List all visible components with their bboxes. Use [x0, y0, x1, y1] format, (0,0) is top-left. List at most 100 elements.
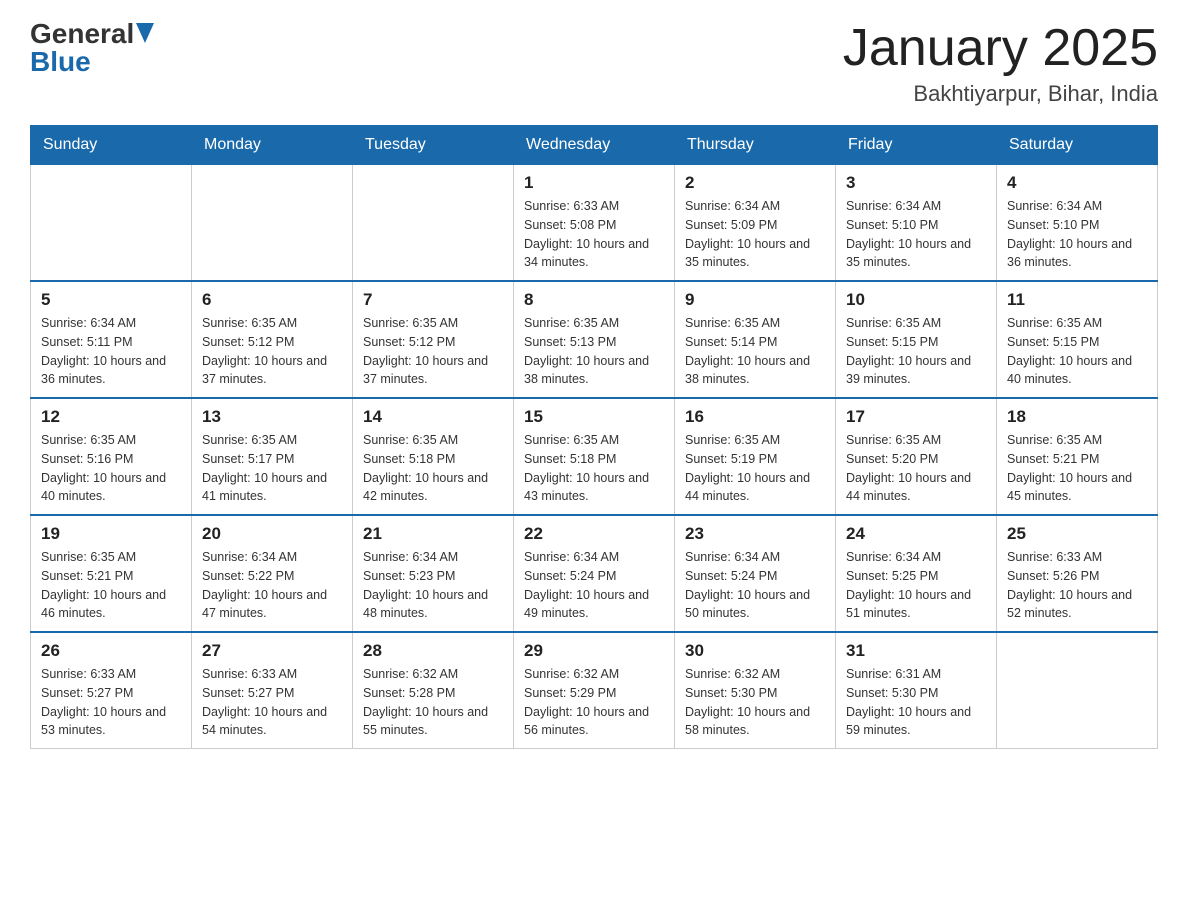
day-info: Sunrise: 6:34 AMSunset: 5:25 PMDaylight:…: [846, 548, 986, 623]
day-number: 4: [1007, 173, 1147, 193]
column-header-sunday: Sunday: [31, 126, 192, 165]
day-number: 26: [41, 641, 181, 661]
day-number: 24: [846, 524, 986, 544]
empty-cell: [997, 632, 1158, 749]
calendar-day-10: 10 Sunrise: 6:35 AMSunset: 5:15 PMDayligh…: [836, 281, 997, 398]
day-info: Sunrise: 6:35 AMSunset: 5:19 PMDaylight:…: [685, 431, 825, 506]
calendar-day-20: 20 Sunrise: 6:34 AMSunset: 5:22 PMDayligh…: [192, 515, 353, 632]
calendar-day-30: 30Sunrise: 6:32 AMSunset: 5:30 PMDayligh…: [675, 632, 836, 749]
calendar-header-row: SundayMondayTuesdayWednesdayThursdayFrid…: [31, 126, 1158, 165]
calendar-day-5: 5 Sunrise: 6:34 AMSunset: 5:11 PMDaylight…: [31, 281, 192, 398]
day-info: Sunrise: 6:35 AMSunset: 5:18 PMDaylight:…: [524, 431, 664, 506]
day-number: 16: [685, 407, 825, 427]
calendar-week-row: 19Sunrise: 6:35 AMSunset: 5:21 PMDayligh…: [31, 515, 1158, 632]
empty-cell: [31, 165, 192, 282]
day-number: 14: [363, 407, 503, 427]
day-info: Sunrise: 6:35 AMSunset: 5:12 PMDaylight:…: [363, 314, 503, 389]
day-number: 1: [524, 173, 664, 193]
day-info: Sunrise: 6:31 AMSunset: 5:30 PMDaylight:…: [846, 665, 986, 740]
day-number: 21: [363, 524, 503, 544]
column-header-thursday: Thursday: [675, 126, 836, 165]
calendar-day-17: 17 Sunrise: 6:35 AMSunset: 5:20 PMDayligh…: [836, 398, 997, 515]
day-number: 29: [524, 641, 664, 661]
day-number: 28: [363, 641, 503, 661]
day-info: Sunrise: 6:34 AMSunset: 5:09 PMDaylight:…: [685, 197, 825, 272]
day-number: 6: [202, 290, 342, 310]
day-info: Sunrise: 6:35 AMSunset: 5:20 PMDaylight:…: [846, 431, 986, 506]
column-header-wednesday: Wednesday: [514, 126, 675, 165]
day-number: 11: [1007, 290, 1147, 310]
calendar-day-18: 18Sunrise: 6:35 AMSunset: 5:21 PMDayligh…: [997, 398, 1158, 515]
day-number: 23: [685, 524, 825, 544]
calendar-day-24: 24 Sunrise: 6:34 AMSunset: 5:25 PMDayligh…: [836, 515, 997, 632]
calendar-day-4: 4 Sunrise: 6:34 AMSunset: 5:10 PMDaylight…: [997, 165, 1158, 282]
empty-cell: [192, 165, 353, 282]
day-info: Sunrise: 6:32 AMSunset: 5:28 PMDaylight:…: [363, 665, 503, 740]
empty-cell: [353, 165, 514, 282]
calendar-day-2: 2 Sunrise: 6:34 AMSunset: 5:09 PMDaylight…: [675, 165, 836, 282]
calendar-day-7: 7 Sunrise: 6:35 AMSunset: 5:12 PMDaylight…: [353, 281, 514, 398]
calendar-day-26: 26 Sunrise: 6:33 AMSunset: 5:27 PMDayligh…: [31, 632, 192, 749]
calendar-day-22: 22Sunrise: 6:34 AMSunset: 5:24 PMDayligh…: [514, 515, 675, 632]
day-number: 18: [1007, 407, 1147, 427]
day-number: 5: [41, 290, 181, 310]
calendar-day-14: 14Sunrise: 6:35 AMSunset: 5:18 PMDayligh…: [353, 398, 514, 515]
day-number: 25: [1007, 524, 1147, 544]
day-info: Sunrise: 6:35 AMSunset: 5:14 PMDaylight:…: [685, 314, 825, 389]
day-info: Sunrise: 6:34 AMSunset: 5:23 PMDaylight:…: [363, 548, 503, 623]
day-info: Sunrise: 6:35 AMSunset: 5:12 PMDaylight:…: [202, 314, 342, 389]
calendar-day-21: 21 Sunrise: 6:34 AMSunset: 5:23 PMDayligh…: [353, 515, 514, 632]
day-info: Sunrise: 6:35 AMSunset: 5:17 PMDaylight:…: [202, 431, 342, 506]
day-info: Sunrise: 6:33 AMSunset: 5:27 PMDaylight:…: [202, 665, 342, 740]
day-info: Sunrise: 6:32 AMSunset: 5:29 PMDaylight:…: [524, 665, 664, 740]
column-header-monday: Monday: [192, 126, 353, 165]
day-number: 30: [685, 641, 825, 661]
calendar-day-6: 6 Sunrise: 6:35 AMSunset: 5:12 PMDaylight…: [192, 281, 353, 398]
day-number: 20: [202, 524, 342, 544]
day-info: Sunrise: 6:35 AMSunset: 5:13 PMDaylight:…: [524, 314, 664, 389]
calendar-day-9: 9 Sunrise: 6:35 AMSunset: 5:14 PMDaylight…: [675, 281, 836, 398]
day-number: 7: [363, 290, 503, 310]
calendar-day-28: 28 Sunrise: 6:32 AMSunset: 5:28 PMDayligh…: [353, 632, 514, 749]
month-title: January 2025: [843, 20, 1158, 77]
day-number: 9: [685, 290, 825, 310]
logo: General Blue: [30, 20, 154, 76]
day-number: 13: [202, 407, 342, 427]
calendar-week-row: 5 Sunrise: 6:34 AMSunset: 5:11 PMDaylight…: [31, 281, 1158, 398]
day-info: Sunrise: 6:34 AMSunset: 5:24 PMDaylight:…: [685, 548, 825, 623]
calendar-day-15: 15 Sunrise: 6:35 AMSunset: 5:18 PMDayligh…: [514, 398, 675, 515]
logo-general: General: [30, 20, 134, 48]
day-number: 2: [685, 173, 825, 193]
calendar-day-27: 27Sunrise: 6:33 AMSunset: 5:27 PMDayligh…: [192, 632, 353, 749]
day-number: 3: [846, 173, 986, 193]
day-info: Sunrise: 6:33 AMSunset: 5:26 PMDaylight:…: [1007, 548, 1147, 623]
location-title: Bakhtiyarpur, Bihar, India: [843, 81, 1158, 107]
day-info: Sunrise: 6:35 AMSunset: 5:16 PMDaylight:…: [41, 431, 181, 506]
column-header-tuesday: Tuesday: [353, 126, 514, 165]
calendar-day-3: 3Sunrise: 6:34 AMSunset: 5:10 PMDaylight…: [836, 165, 997, 282]
column-header-saturday: Saturday: [997, 126, 1158, 165]
calendar-week-row: 26 Sunrise: 6:33 AMSunset: 5:27 PMDayligh…: [31, 632, 1158, 749]
column-header-friday: Friday: [836, 126, 997, 165]
calendar-day-11: 11 Sunrise: 6:35 AMSunset: 5:15 PMDayligh…: [997, 281, 1158, 398]
day-number: 8: [524, 290, 664, 310]
day-number: 10: [846, 290, 986, 310]
day-info: Sunrise: 6:35 AMSunset: 5:15 PMDaylight:…: [846, 314, 986, 389]
day-info: Sunrise: 6:35 AMSunset: 5:21 PMDaylight:…: [41, 548, 181, 623]
logo-blue: Blue: [30, 48, 91, 76]
day-info: Sunrise: 6:34 AMSunset: 5:22 PMDaylight:…: [202, 548, 342, 623]
title-block: January 2025 Bakhtiyarpur, Bihar, India: [843, 20, 1158, 107]
day-number: 15: [524, 407, 664, 427]
day-info: Sunrise: 6:35 AMSunset: 5:15 PMDaylight:…: [1007, 314, 1147, 389]
calendar-day-31: 31Sunrise: 6:31 AMSunset: 5:30 PMDayligh…: [836, 632, 997, 749]
day-info: Sunrise: 6:33 AMSunset: 5:27 PMDaylight:…: [41, 665, 181, 740]
day-info: Sunrise: 6:34 AMSunset: 5:11 PMDaylight:…: [41, 314, 181, 389]
day-info: Sunrise: 6:34 AMSunset: 5:10 PMDaylight:…: [1007, 197, 1147, 272]
calendar-day-8: 8 Sunrise: 6:35 AMSunset: 5:13 PMDaylight…: [514, 281, 675, 398]
calendar-day-29: 29 Sunrise: 6:32 AMSunset: 5:29 PMDayligh…: [514, 632, 675, 749]
day-info: Sunrise: 6:33 AMSunset: 5:08 PMDaylight:…: [524, 197, 664, 272]
logo-arrow-icon: [136, 23, 154, 43]
day-number: 17: [846, 407, 986, 427]
calendar-day-19: 19Sunrise: 6:35 AMSunset: 5:21 PMDayligh…: [31, 515, 192, 632]
day-number: 22: [524, 524, 664, 544]
